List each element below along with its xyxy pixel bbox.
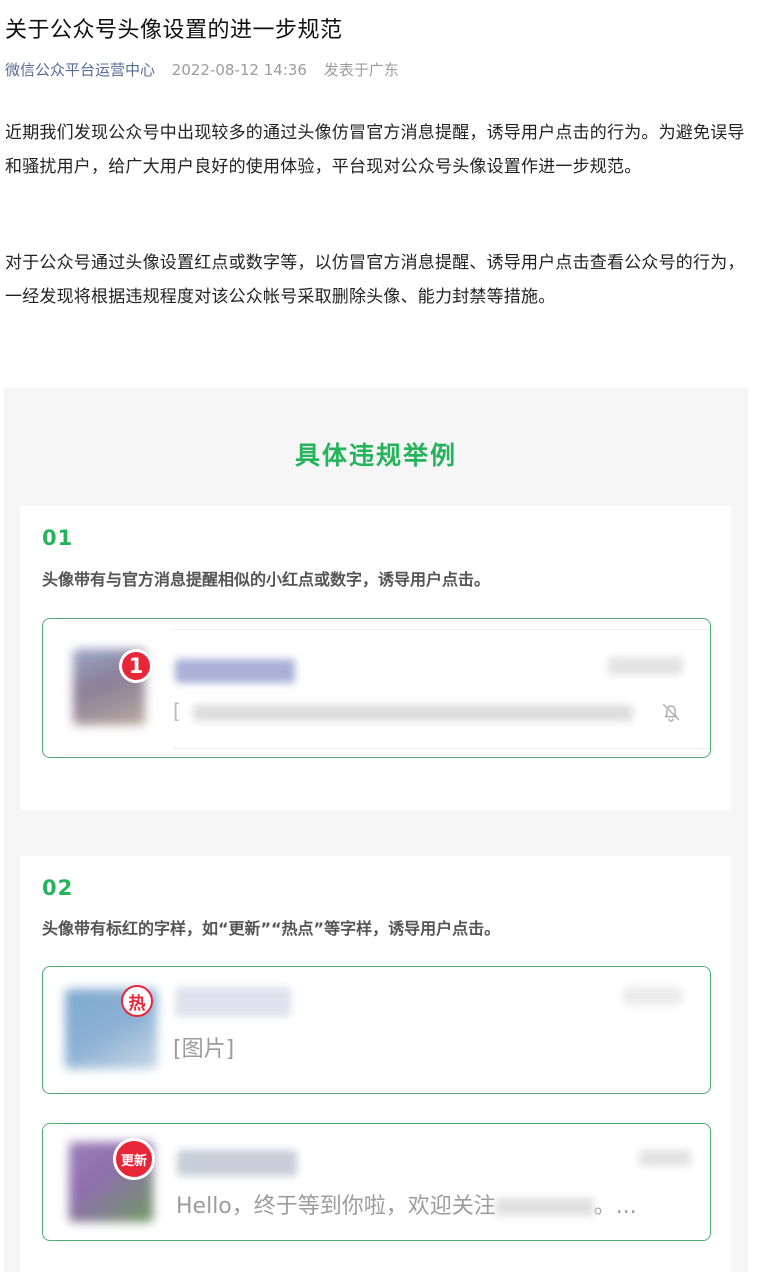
bell-slash-icon: [662, 703, 680, 722]
badge-text: 更新: [120, 1153, 147, 1169]
examples-panel: 具体违规举例 01 头像带有与官方消息提醒相似的小红点或数字，诱导用户点击。 1…: [4, 388, 748, 1276]
examples-heading: 具体违规举例: [294, 441, 457, 470]
update-label-badge: 更新: [113, 1138, 155, 1180]
example-number: 02: [42, 876, 74, 900]
chat-row-divider: [173, 629, 710, 749]
message-preview: [图片]: [173, 1037, 235, 1062]
message-preview-start: Hello，终于等到你啦，欢迎关注: [176, 1194, 496, 1219]
message-preview-end: 。...: [593, 1194, 637, 1219]
paragraph-2: 对于公众号通过头像设置红点或数字等，以仿冒官方消息提醒、诱导用户点击查看公众号的…: [5, 253, 745, 307]
publish-time: 2022-08-12 14:36: [171, 61, 307, 79]
blurred-time: [608, 657, 683, 675]
example-card-01: 01 头像带有与官方消息提醒相似的小红点或数字，诱导用户点击。 1 [: [20, 506, 731, 810]
bracket-glyph: [: [173, 699, 181, 723]
example-card-02: 02 头像带有标红的字样，如“更新”“热点”等字样，诱导用户点击。 热 [图片]…: [20, 856, 731, 1276]
blurred-time: [623, 987, 683, 1005]
example-description: 头像带有标红的字样，如“更新”“热点”等字样，诱导用户点击。: [42, 919, 501, 938]
chat-preview-hot-example[interactable]: 热 [图片]: [42, 966, 711, 1094]
badge-text: 热: [128, 993, 146, 1014]
blurred-account-name: [175, 987, 291, 1017]
blurred-account-name: [175, 659, 295, 683]
blurred-time: [639, 1150, 691, 1166]
article-meta: 微信公众平台运营中心 2022-08-12 14:36 发表于广东: [5, 59, 399, 80]
account-name-link[interactable]: 微信公众平台运营中心: [5, 61, 155, 79]
example-description: 头像带有与官方消息提醒相似的小红点或数字，诱导用户点击。: [42, 570, 491, 589]
article-title: 关于公众号头像设置的进一步规范: [5, 18, 343, 43]
example-number: 01: [42, 526, 74, 550]
badge-number: 1: [128, 654, 144, 678]
blurred-message-preview: [193, 705, 633, 721]
red-dot-number-badge: 1: [119, 649, 153, 683]
publish-location: 发表于广东: [323, 61, 399, 79]
blurred-account-mention: [495, 1198, 594, 1216]
paragraph-1: 近期我们发现公众号中出现较多的通过头像仿冒官方消息提醒，诱导用户点击的行为。为避…: [5, 123, 745, 177]
hot-label-badge: 热: [121, 985, 153, 1017]
chat-preview-update-example[interactable]: 更新 Hello，终于等到你啦，欢迎关注 。...: [42, 1123, 711, 1241]
chat-preview-example[interactable]: 1 [: [42, 618, 711, 758]
message-preview: Hello，终于等到你啦，欢迎关注 。...: [176, 1188, 637, 1220]
blurred-account-name: [177, 1150, 297, 1176]
